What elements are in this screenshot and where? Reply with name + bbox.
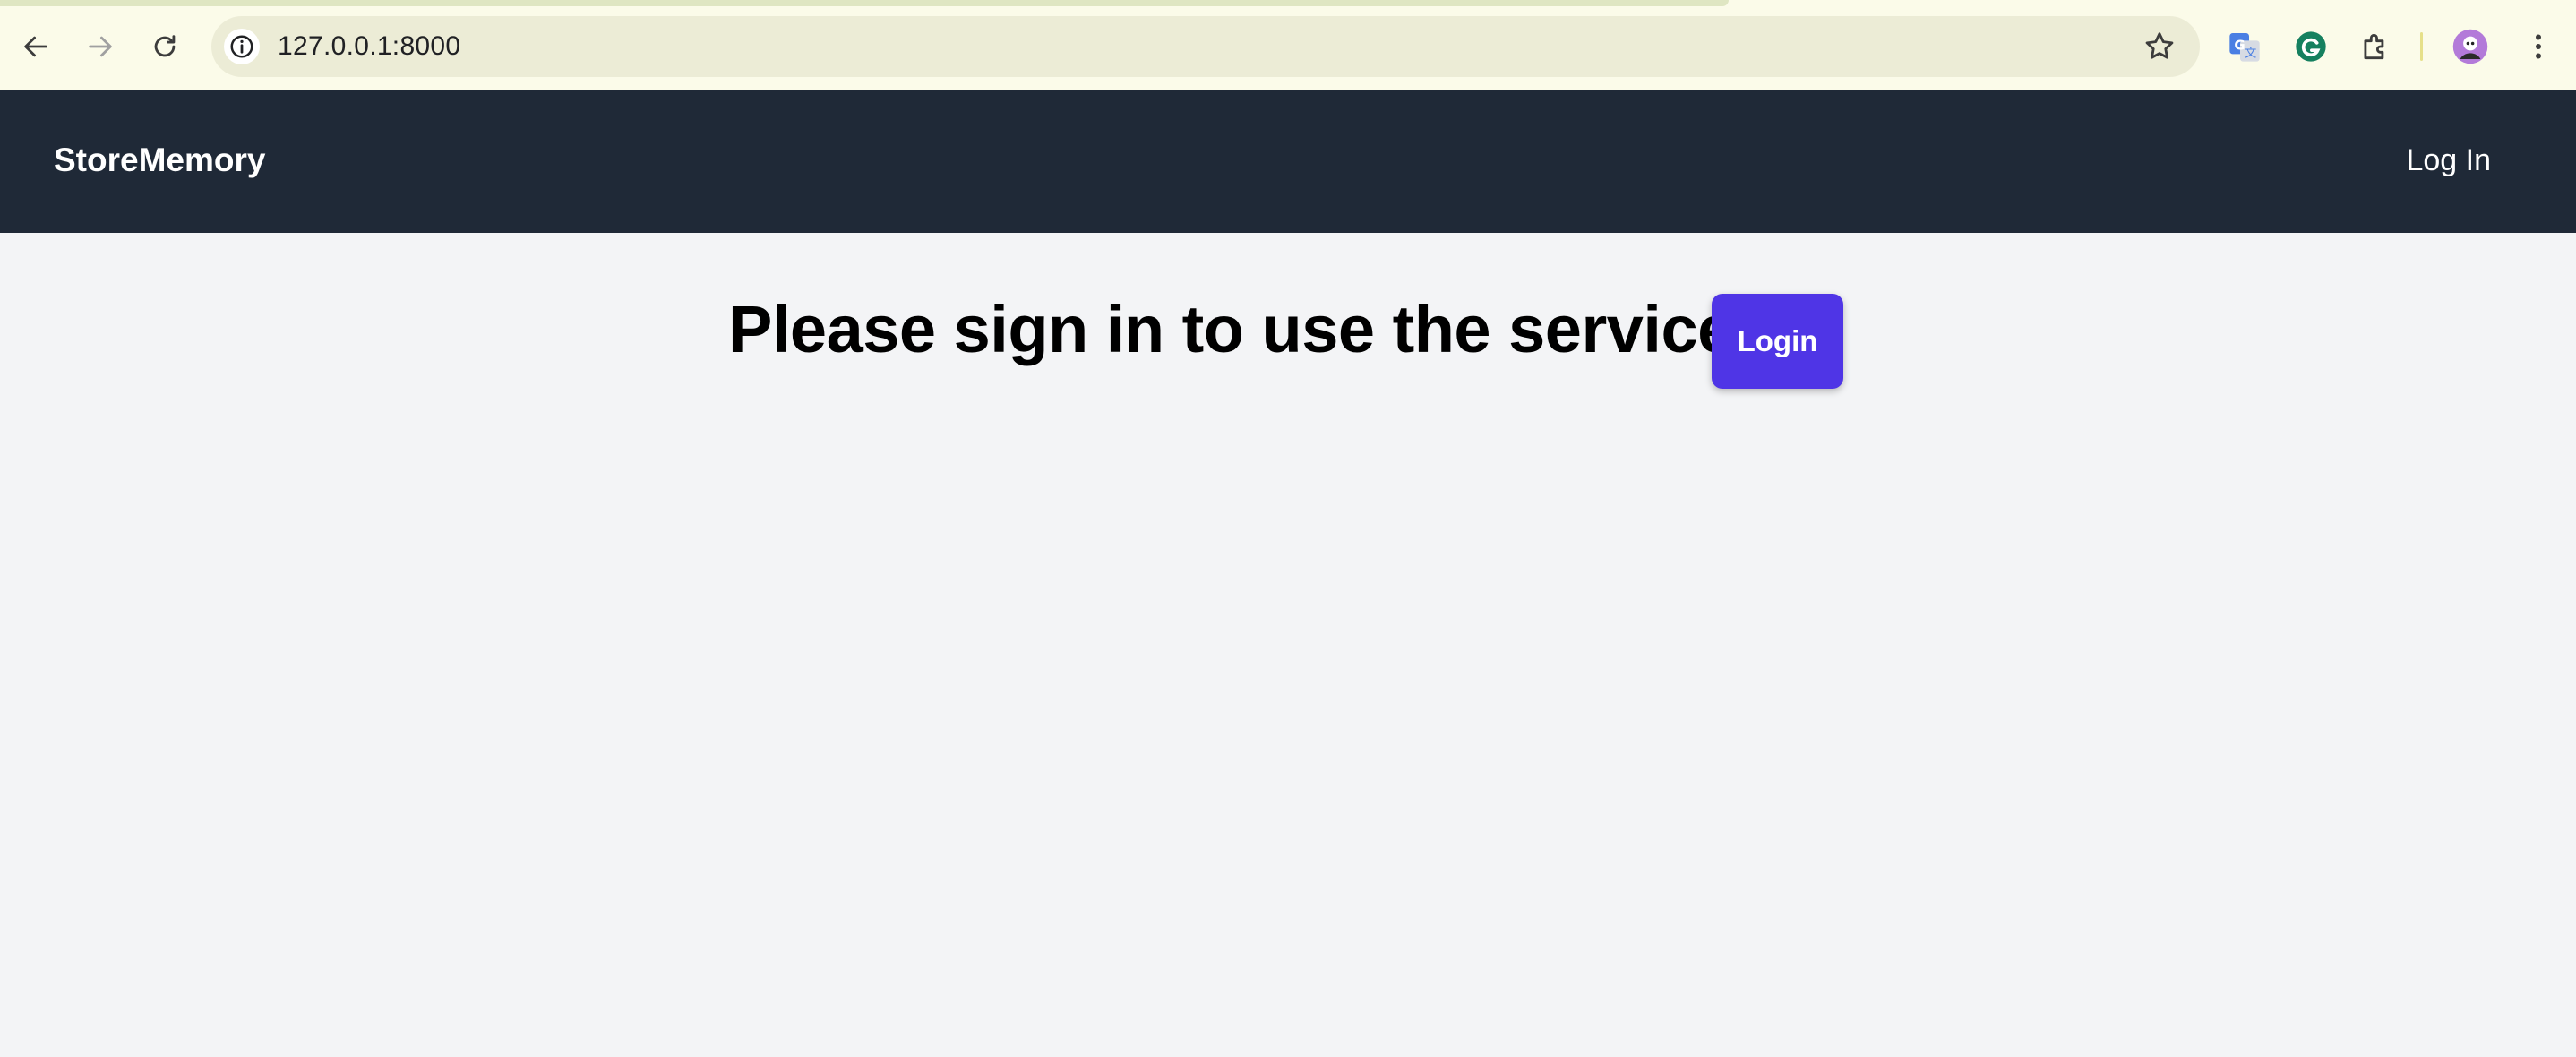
forward-button[interactable] bbox=[73, 20, 127, 73]
reload-icon bbox=[154, 35, 176, 57]
translate-extension-button[interactable]: G 文 bbox=[2225, 27, 2264, 66]
star-icon[interactable] bbox=[2142, 30, 2177, 64]
login-button[interactable]: Login bbox=[1712, 294, 1843, 389]
back-icon bbox=[24, 36, 47, 57]
info-icon bbox=[230, 35, 253, 58]
reload-button[interactable] bbox=[138, 20, 192, 73]
brand-logo-link[interactable]: StoreMemory bbox=[54, 142, 265, 179]
svg-text:文: 文 bbox=[2245, 47, 2256, 61]
forward-icon bbox=[89, 36, 112, 57]
profile-avatar bbox=[2452, 29, 2488, 64]
site-info-button[interactable] bbox=[224, 29, 260, 64]
grammarly-extension-icon bbox=[2296, 31, 2326, 62]
kebab-menu-icon bbox=[2536, 34, 2541, 59]
svg-text:G: G bbox=[2234, 37, 2245, 53]
nav-login-link[interactable]: Log In bbox=[2406, 143, 2491, 178]
url-text[interactable]: 127.0.0.1:8000 bbox=[278, 31, 460, 62]
address-bar[interactable]: 127.0.0.1:8000 bbox=[211, 16, 2200, 77]
tab-strip-edge bbox=[0, 0, 1729, 6]
translate-extension-icon: G 文 bbox=[2229, 33, 2260, 62]
browser-chrome: 127.0.0.1:8000 G 文 bbox=[0, 0, 2576, 90]
browser-menu-button[interactable] bbox=[2519, 27, 2558, 66]
page-title: Please sign in to use the service bbox=[728, 292, 1734, 366]
puzzle-extensions-icon bbox=[2364, 33, 2384, 60]
back-button[interactable] bbox=[9, 20, 63, 73]
toolbar-divider bbox=[2420, 32, 2423, 61]
grammarly-extension-button[interactable] bbox=[2291, 27, 2331, 66]
extensions-button[interactable] bbox=[2356, 27, 2395, 66]
profile-button[interactable] bbox=[2451, 27, 2490, 66]
app-navbar: StoreMemory Log In bbox=[0, 90, 2576, 233]
